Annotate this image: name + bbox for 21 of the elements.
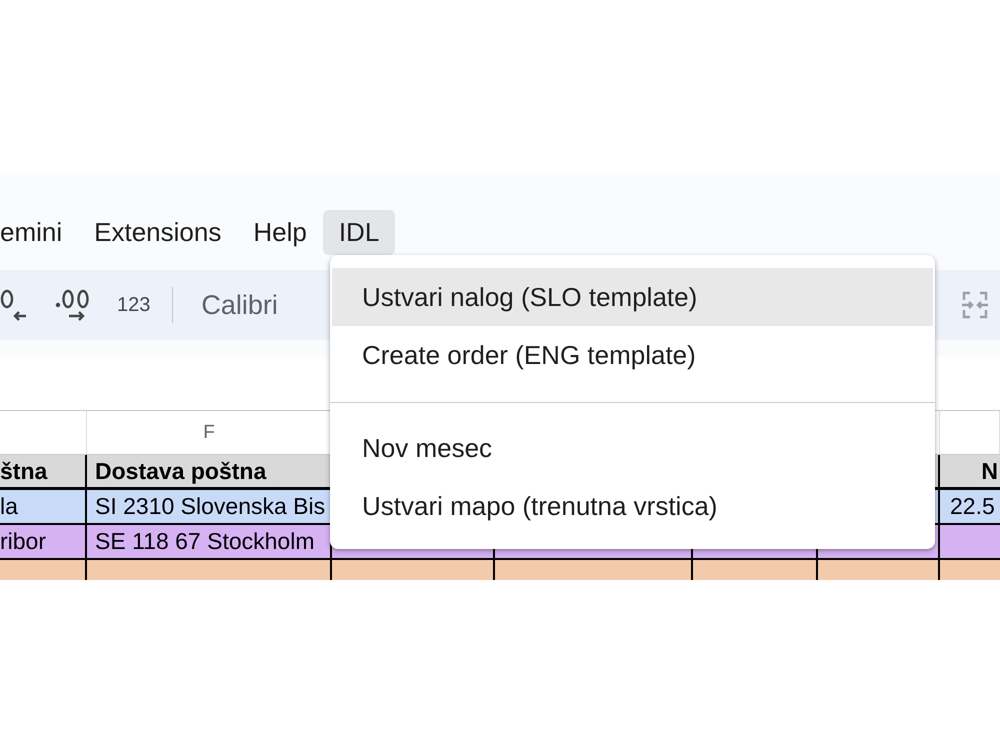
decimal-arrow-right-icon[interactable]: [55, 288, 91, 322]
header-cell: N: [981, 458, 998, 484]
header-cell: Dostava poštna: [95, 458, 266, 484]
table-cell: SE 118 67 Stockholm: [95, 528, 314, 555]
menu-item[interactable]: emini: [0, 210, 78, 255]
table-cell: la: [0, 493, 18, 520]
menu-item[interactable]: Extensions: [78, 210, 238, 255]
font-selector[interactable]: Calibri: [201, 290, 278, 320]
menu-option[interactable]: Nov mesec: [332, 419, 933, 477]
menu-item[interactable]: IDL: [322, 210, 396, 255]
table-cell: ribor: [0, 528, 46, 555]
table-cell: SI 2310 Slovenska Bis: [95, 493, 326, 520]
header-cell: štna: [0, 458, 48, 484]
number-format-button[interactable]: 123: [117, 294, 150, 316]
menu-item[interactable]: Help: [237, 210, 323, 255]
menu-option[interactable]: Ustvari nalog (SLO template): [332, 268, 933, 326]
menu-option[interactable]: Create order (ENG template): [332, 326, 933, 384]
column-header[interactable]: F: [203, 422, 215, 444]
decimal-arrow-left-icon[interactable]: [0, 288, 28, 322]
table-cell: 22.5: [950, 493, 995, 520]
menu-option[interactable]: Ustvari mapo (trenutna vrstica): [332, 477, 933, 535]
